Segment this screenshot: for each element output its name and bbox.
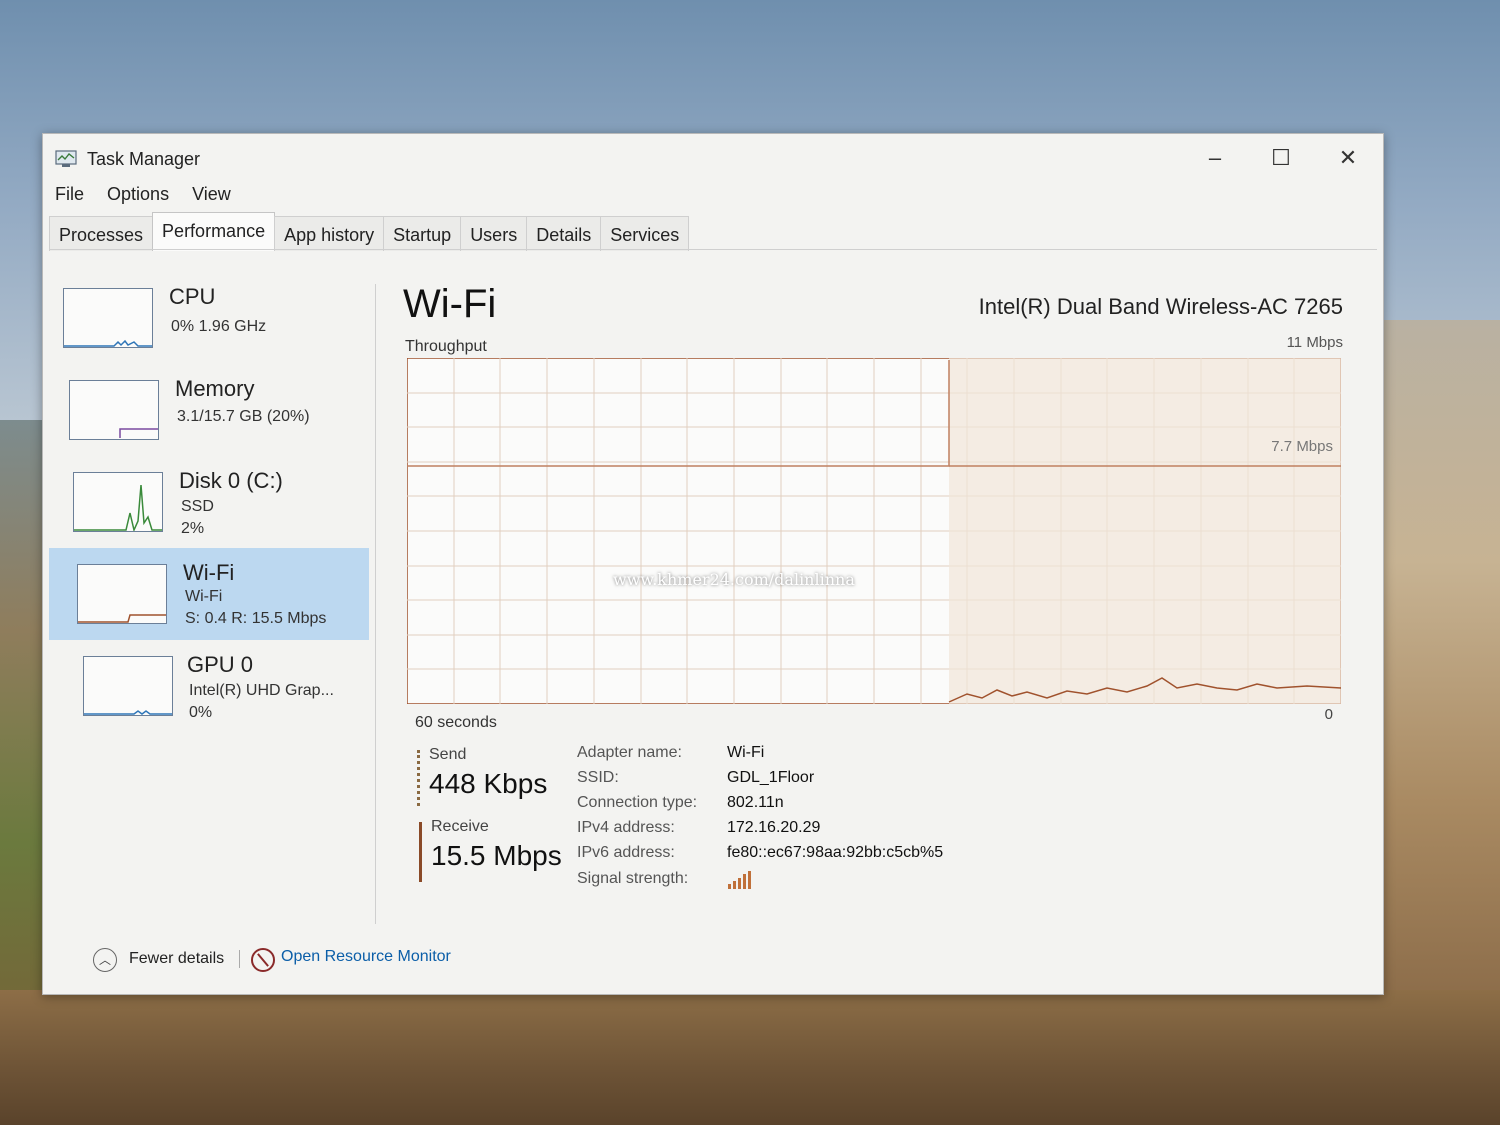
sidebar-item-usage: 0% bbox=[189, 704, 213, 721]
prop-connection-type: Connection type: 802.11n bbox=[577, 794, 1077, 819]
desktop-bottom bbox=[0, 990, 1500, 1125]
sidebar-item-label: Memory bbox=[175, 376, 255, 401]
resource-monitor-icon bbox=[251, 948, 275, 972]
prop-key: SSID: bbox=[577, 769, 619, 786]
send-label: Send bbox=[429, 746, 467, 763]
close-button[interactable]: ✕ bbox=[1318, 142, 1378, 174]
graph-scale-label: 7.7 Mbps bbox=[1271, 438, 1333, 455]
send-indicator bbox=[417, 750, 420, 806]
sidebar-item-detail: 3.1/15.7 GB (20%) bbox=[177, 408, 310, 425]
receive-label: Receive bbox=[431, 818, 489, 835]
fewer-details-button[interactable]: Fewer details bbox=[129, 950, 224, 968]
sidebar-item-usage: 2% bbox=[181, 520, 205, 537]
menu-bar: File Options View bbox=[55, 184, 249, 210]
prop-key: Signal strength: bbox=[577, 870, 689, 887]
prop-key: Adapter name: bbox=[577, 744, 682, 761]
throughput-graph bbox=[407, 358, 1341, 704]
panel-divider bbox=[375, 284, 376, 924]
sidebar-item-gpu[interactable]: GPU 0 Intel(R) UHD Grap... 0% bbox=[49, 640, 369, 732]
task-manager-icon bbox=[55, 150, 77, 168]
sidebar-item-memory[interactable]: Memory 3.1/15.7 GB (20%) bbox=[49, 364, 369, 456]
prop-value: GDL_1Floor bbox=[727, 769, 815, 786]
sidebar-item-label: Disk 0 (C:) bbox=[179, 468, 283, 493]
menu-file[interactable]: File bbox=[55, 184, 84, 204]
sidebar-item-detail: SSD bbox=[181, 498, 214, 515]
throughput-label: Throughput bbox=[405, 338, 487, 355]
wifi-mini-graph bbox=[77, 564, 167, 624]
prop-signal-strength: Signal strength: bbox=[577, 870, 1077, 895]
prop-key: IPv4 address: bbox=[577, 819, 675, 836]
tab-bar: Processes Performance App history Startu… bbox=[49, 212, 690, 251]
tab-startup[interactable]: Startup bbox=[383, 216, 462, 251]
prop-value: fe80::ec67:98aa:92bb:c5cb%5 bbox=[727, 844, 944, 861]
title-bar[interactable]: Task Manager – ☐ ✕ bbox=[43, 134, 1383, 182]
memory-mini-graph bbox=[69, 380, 159, 440]
performance-sidebar: CPU 0% 1.96 GHz Memory 3.1/15.7 GB (20%)… bbox=[49, 262, 369, 942]
menu-options[interactable]: Options bbox=[107, 184, 169, 204]
maximize-button[interactable]: ☐ bbox=[1251, 142, 1311, 174]
tab-performance[interactable]: Performance bbox=[152, 212, 276, 251]
tab-services[interactable]: Services bbox=[600, 216, 690, 251]
open-resource-monitor-link[interactable]: Open Resource Monitor bbox=[281, 948, 451, 966]
tab-details[interactable]: Details bbox=[526, 216, 602, 251]
adapter-model: Intel(R) Dual Band Wireless-AC 7265 bbox=[978, 294, 1343, 319]
window-title: Task Manager bbox=[87, 149, 201, 169]
sidebar-item-disk[interactable]: Disk 0 (C:) SSD 2% bbox=[49, 456, 369, 548]
page-title: Wi-Fi bbox=[403, 282, 497, 326]
send-value: 448 Kbps bbox=[429, 768, 548, 799]
receive-indicator bbox=[419, 822, 422, 882]
disk-mini-graph bbox=[73, 472, 163, 532]
signal-strength-icon bbox=[727, 870, 751, 895]
graph-max-label: 11 Mbps bbox=[1286, 334, 1343, 351]
prop-key: IPv6 address: bbox=[577, 844, 675, 861]
prop-ipv4: IPv4 address: 172.16.20.29 bbox=[577, 819, 1077, 844]
cpu-mini-graph bbox=[63, 288, 153, 348]
chevron-up-icon[interactable]: ︿ bbox=[93, 948, 117, 972]
sidebar-item-rates: S: 0.4 R: 15.5 Mbps bbox=[185, 610, 327, 627]
sidebar-item-detail: Wi-Fi bbox=[185, 588, 223, 605]
sidebar-item-wifi[interactable]: Wi-Fi Wi-Fi S: 0.4 R: 15.5 Mbps bbox=[49, 548, 369, 640]
menu-view[interactable]: View bbox=[192, 184, 231, 204]
prop-value: 172.16.20.29 bbox=[727, 819, 821, 836]
sidebar-item-label: GPU 0 bbox=[187, 652, 254, 677]
tab-users[interactable]: Users bbox=[460, 216, 528, 251]
graph-zero-label: 0 bbox=[1324, 706, 1333, 723]
graph-time-label: 60 seconds bbox=[415, 714, 497, 731]
tab-divider bbox=[49, 249, 1377, 250]
prop-adapter-name: Adapter name: Wi-Fi bbox=[577, 744, 1077, 769]
receive-value: 15.5 Mbps bbox=[431, 840, 562, 871]
minimize-button[interactable]: – bbox=[1185, 142, 1245, 174]
tab-app-history[interactable]: App history bbox=[274, 216, 385, 251]
gpu-mini-graph bbox=[83, 656, 173, 716]
sidebar-item-detail: 0% 1.96 GHz bbox=[171, 318, 267, 335]
sidebar-item-label: Wi-Fi bbox=[183, 560, 235, 585]
sidebar-item-label: CPU bbox=[169, 284, 216, 309]
prop-value: Wi-Fi bbox=[727, 744, 765, 761]
task-manager-window: Task Manager – ☐ ✕ File Options View Pro… bbox=[42, 133, 1384, 995]
prop-key: Connection type: bbox=[577, 794, 698, 811]
prop-ssid: SSID: GDL_1Floor bbox=[577, 769, 1077, 794]
tab-processes[interactable]: Processes bbox=[49, 216, 154, 251]
prop-value: 802.11n bbox=[727, 794, 784, 811]
sidebar-item-cpu[interactable]: CPU 0% 1.96 GHz bbox=[49, 272, 369, 364]
prop-ipv6: IPv6 address: fe80::ec67:98aa:92bb:c5cb%… bbox=[577, 844, 1077, 869]
sidebar-item-detail: Intel(R) UHD Grap... bbox=[189, 682, 334, 699]
footer-separator bbox=[239, 950, 240, 968]
watermark-text: www.khmer24.com/dalinlinna bbox=[613, 570, 855, 589]
